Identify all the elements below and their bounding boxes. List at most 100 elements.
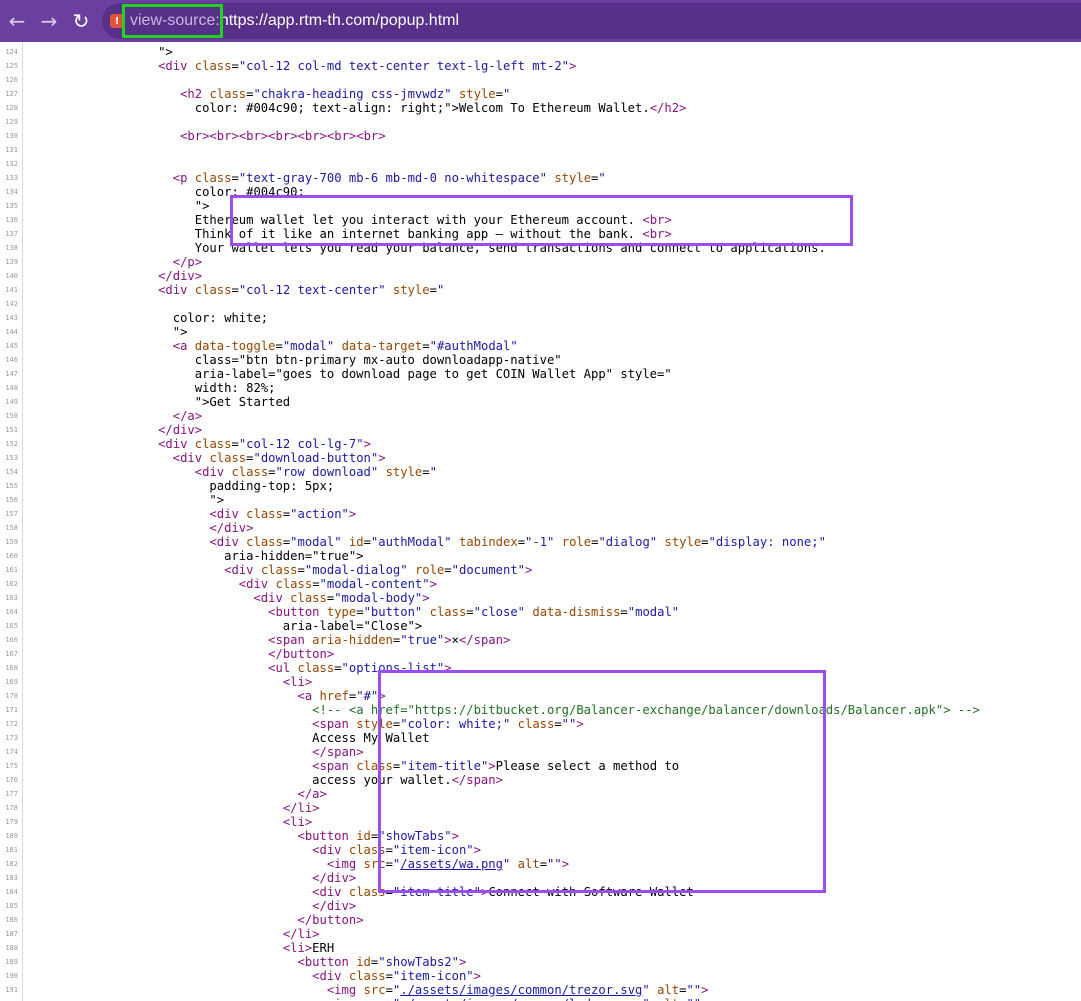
line-number: 166 — [5, 636, 18, 644]
line-number: 128 — [5, 104, 18, 112]
line-number: 137 — [5, 230, 18, 238]
line-code: <p class="text-gray-700 mb-6 mb-md-0 no-… — [172, 171, 606, 185]
source-line: 161 <div class="modal-dialog" role="docu… — [0, 563, 1081, 577]
source-line: 160 aria-hidden="true"> — [0, 549, 1081, 563]
line-number: 157 — [5, 510, 18, 518]
line-code: Ethereum wallet let you interact with yo… — [26, 213, 672, 227]
line-number: 186 — [5, 916, 18, 924]
line-number: 156 — [5, 496, 18, 504]
site-warning-icon[interactable]: ! — [110, 14, 124, 28]
line-number: 126 — [5, 76, 18, 84]
line-number: 154 — [5, 468, 18, 476]
source-line: 135 "> — [0, 199, 1081, 213]
source-line: 170 <a href="#"> — [0, 689, 1081, 703]
line-number: 150 — [5, 412, 18, 420]
source-line: 158 </div> — [0, 521, 1081, 535]
source-line: 157 <div class="action"> — [0, 507, 1081, 521]
source-view: 124 "> 125 <div class="col-12 col-md text… — [0, 42, 1081, 1001]
source-line: 126 — [0, 73, 1081, 87]
source-line: 163 <div class="modal-body"> — [0, 591, 1081, 605]
source-line: 180 <button id="showTabs"> — [0, 829, 1081, 843]
line-number: 180 — [5, 832, 18, 840]
line-number: 127 — [5, 90, 18, 98]
source-line: 185 </div> — [0, 899, 1081, 913]
line-number: 146 — [5, 356, 18, 364]
line-number: 170 — [5, 692, 18, 700]
source-line: 168 <ul class="options-list"> — [0, 661, 1081, 675]
line-code: <li>ERH — [282, 941, 335, 955]
source-line: 127 <h2 class="chakra-heading css-jmvwdz… — [0, 87, 1081, 101]
line-code: <div class="col-12 col-md text-center te… — [158, 59, 577, 73]
line-code: </span> — [312, 745, 364, 759]
line-code: <button type="button" class="close" data… — [268, 605, 680, 619]
line-code: aria-label="goes to download page to get… — [26, 367, 672, 381]
source-line: 172 <span style="color: white;" class=""… — [0, 717, 1081, 731]
source-line: 181 <div class="item-icon"> — [0, 843, 1081, 857]
line-number: 134 — [5, 188, 18, 196]
line-number: 153 — [5, 454, 18, 462]
line-code: aria-hidden="true"> — [26, 549, 364, 563]
line-code: class="btn btn-primary mx-auto downloada… — [26, 353, 562, 367]
line-number: 178 — [5, 804, 18, 812]
source-line: 139 </p> — [0, 255, 1081, 269]
url-text[interactable]: view-source:https://app.rtm-th.com/popup… — [130, 12, 459, 30]
line-code: </button> — [268, 647, 335, 661]
line-code: width: 82%; — [26, 381, 276, 395]
line-code: <div class="download-button"> — [172, 451, 386, 465]
source-line: 140 </div> — [0, 269, 1081, 283]
source-line: 171 <!-- <a href="https://bitbucket.org/… — [0, 703, 1081, 717]
line-number: 162 — [5, 580, 18, 588]
line-code: </p> — [172, 255, 203, 269]
source-line: 159 <div class="modal" id="authModal" ta… — [0, 535, 1081, 549]
source-line: 174 </span> — [0, 745, 1081, 759]
line-code: <!-- <a href="https://bitbucket.org/Bala… — [312, 703, 980, 717]
line-code: "> — [26, 493, 225, 507]
source-line: 134 color: #004c90; — [0, 185, 1081, 199]
source-line: 146 class="btn btn-primary mx-auto downl… — [0, 353, 1081, 367]
line-number: 173 — [5, 734, 18, 742]
source-line: 129 — [0, 115, 1081, 129]
line-code: Think of it like an internet banking app… — [26, 227, 672, 241]
line-number: 140 — [5, 272, 18, 280]
source-line: 164 <button type="button" class="close" … — [0, 605, 1081, 619]
line-code: <div class="action"> — [209, 507, 357, 521]
line-number: 184 — [5, 888, 18, 896]
source-line: 143 color: white; — [0, 311, 1081, 325]
line-number: 171 — [5, 706, 18, 714]
line-code: </button> — [297, 913, 364, 927]
line-number: 142 — [5, 300, 18, 308]
line-code: <a href="#"> — [297, 689, 386, 703]
source-line: 131 — [0, 143, 1081, 157]
line-number: 161 — [5, 566, 18, 574]
address-bar[interactable]: ! view-source:https://app.rtm-th.com/pop… — [102, 3, 1081, 39]
line-number: 174 — [5, 748, 18, 756]
source-line: 186 </button> — [0, 913, 1081, 927]
source-line: 150 </a> — [0, 409, 1081, 423]
line-code: </div> — [312, 899, 357, 913]
line-code: "> — [26, 325, 188, 339]
reload-icon[interactable]: ↻ — [66, 6, 96, 36]
line-number: 168 — [5, 664, 18, 672]
line-code: <a data-toggle="modal" data-target="#aut… — [172, 339, 518, 353]
line-number: 163 — [5, 594, 18, 602]
line-code: <button id="showTabs2"> — [297, 955, 467, 969]
source-line: 179 <li> — [0, 815, 1081, 829]
line-code: </div> — [158, 423, 203, 437]
source-line: 156 "> — [0, 493, 1081, 507]
line-number: 175 — [5, 762, 18, 770]
line-number: 131 — [5, 146, 18, 154]
line-number: 191 — [5, 986, 18, 994]
source-line: 142 — [0, 297, 1081, 311]
line-number: 187 — [5, 930, 18, 938]
source-line: 190 <div class="item-icon"> — [0, 969, 1081, 983]
source-line: 141 <div class="col-12 text-center" styl… — [0, 283, 1081, 297]
line-number: 192 — [0, 997, 18, 1001]
source-line: 155 padding-top: 5px; — [0, 479, 1081, 493]
source-line: 165 aria-label="Close"> — [0, 619, 1081, 633]
arrow-right-icon[interactable]: → — [34, 6, 64, 36]
source-line: 175 <span class="item-title">Please sele… — [0, 759, 1081, 773]
line-code: <div class="modal-dialog" role="document… — [224, 563, 533, 577]
line-number: 179 — [5, 818, 18, 826]
source-line: 178 </li> — [0, 801, 1081, 815]
arrow-left-icon[interactable]: ← — [2, 6, 32, 36]
